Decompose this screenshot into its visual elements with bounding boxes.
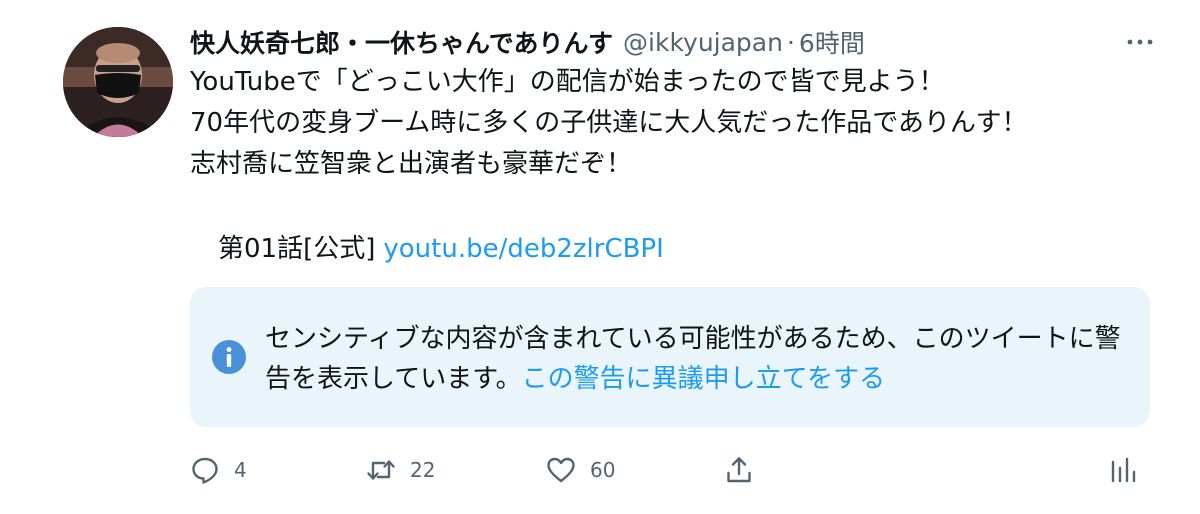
reply-count: 4	[234, 458, 247, 482]
tweet-text-line: 70年代の変身ブーム時に多くの子供達に大人気だった作品でありんす！	[190, 108, 1028, 138]
tweet-header: 快人妖奇七郎・一休ちゃんでありんす @ikkyujapan · 6時間	[190, 22, 1160, 62]
separator-dot: ·	[786, 27, 795, 57]
share-button[interactable]	[724, 450, 754, 490]
like-count: 60	[590, 458, 616, 482]
link-line: 第01話[公式] youtu.be/deb2zlrCBPI	[218, 229, 664, 269]
retweet-button[interactable]: 22	[366, 450, 435, 490]
youtube-link[interactable]: youtu.be/deb2zlrCBPI	[383, 234, 663, 264]
display-name[interactable]: 快人妖奇七郎・一休ちゃんでありんす	[190, 24, 613, 60]
analytics-icon	[1111, 457, 1136, 483]
share-icon	[727, 457, 751, 483]
retweet-icon	[367, 460, 395, 480]
reply-icon	[192, 457, 218, 484]
link-prefix: 第01話[公式]	[218, 234, 376, 264]
analytics-button[interactable]	[1108, 450, 1138, 490]
more-horizontal-icon	[1127, 39, 1153, 45]
info-icon	[212, 340, 246, 374]
warning-message: センシティブな内容が含まれている可能性があるため、このツイートに警告を表示してい…	[265, 319, 1125, 399]
tweet-text: YouTubeで「どっこい大作」の配信が始まったので皆で見よう！ 70年代の変身…	[190, 62, 1170, 185]
heart-icon	[547, 457, 575, 483]
action-bar: 4 22 60	[190, 450, 1150, 490]
avatar[interactable]	[63, 27, 173, 137]
appeal-link[interactable]: この警告に異議申し立てをする	[522, 364, 885, 394]
more-button[interactable]	[1120, 22, 1160, 62]
tweet-text-line: 志村喬に笠智衆と出演者も豪華だぞ！	[190, 149, 633, 179]
avatar-image	[63, 27, 173, 137]
tweet-text-line: YouTubeで「どっこい大作」の配信が始まったので皆で見よう！	[190, 67, 945, 97]
tweet[interactable]: 快人妖奇七郎・一休ちゃんでありんす @ikkyujapan · 6時間 YouT…	[0, 0, 1200, 514]
user-handle[interactable]: @ikkyujapan	[623, 28, 783, 57]
timestamp[interactable]: 6時間	[799, 24, 865, 60]
retweet-count: 22	[410, 458, 436, 482]
reply-button[interactable]: 4	[190, 450, 247, 490]
sensitive-content-warning: センシティブな内容が含まれている可能性があるため、このツイートに警告を表示してい…	[190, 287, 1150, 427]
like-button[interactable]: 60	[546, 450, 615, 490]
